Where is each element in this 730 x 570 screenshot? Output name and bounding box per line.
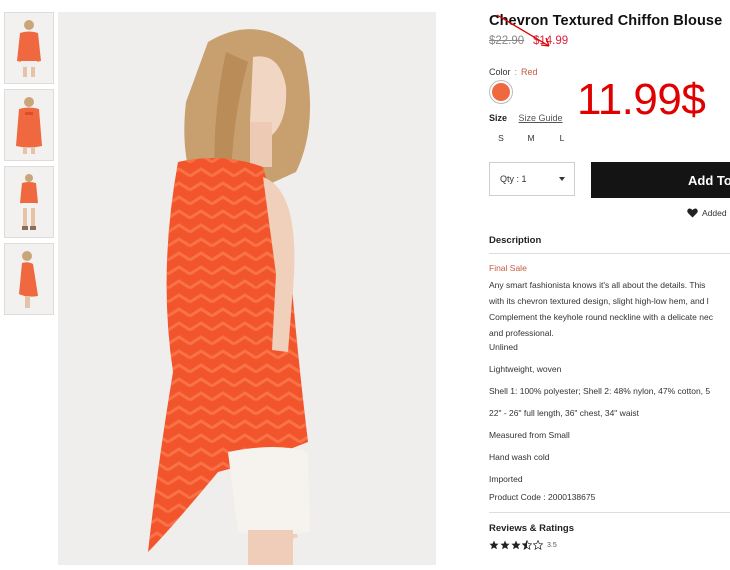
color-swatch-red[interactable] <box>489 80 513 104</box>
added-label: Added <box>702 208 727 218</box>
fact-measured-from: Measured from Small <box>489 430 570 440</box>
chevron-down-icon <box>559 177 565 181</box>
thumbnail-back-image <box>16 97 42 154</box>
fact-lining: Unlined <box>489 342 518 352</box>
swatch-fill <box>492 83 510 101</box>
star-full-icon <box>500 540 510 550</box>
thumbnail-full-body[interactable] <box>4 166 54 238</box>
sale-price: $14.99 <box>533 35 569 47</box>
size-option-m[interactable]: M <box>524 133 538 143</box>
product-title: Chevron Textured Chiffon Blouse <box>489 13 723 29</box>
star-full-icon <box>511 540 521 550</box>
thumbnail-back[interactable] <box>4 89 54 161</box>
main-product-image <box>58 12 436 565</box>
original-price: $22.90 <box>489 35 525 47</box>
heart-icon <box>687 208 698 218</box>
reviews-heading: Reviews & Ratings <box>489 523 574 534</box>
description-line: Complement the keyhole round neckline wi… <box>489 312 713 322</box>
thumbnail-front-image <box>17 20 41 77</box>
fact-origin: Imported <box>489 474 523 484</box>
star-half-icon <box>522 540 532 550</box>
description-text: Any smart fashionista knows it's all abo… <box>489 277 730 341</box>
color-label: Color: Red <box>489 67 538 77</box>
thumbnail-front[interactable] <box>4 12 54 84</box>
final-sale-label: Final Sale <box>489 263 527 273</box>
rating-value: 3.5 <box>547 541 557 549</box>
wishlist-added[interactable]: Added <box>687 208 727 218</box>
overlay-new-price: 11.99$ <box>577 75 706 124</box>
star-full-icon <box>489 540 499 550</box>
color-separator: : <box>514 67 518 77</box>
strike-arrow-annotation <box>496 14 550 47</box>
description-line: with its chevron textured design, slight… <box>489 296 709 306</box>
description-line: Any smart fashionista knows it's all abo… <box>489 280 706 290</box>
size-option-s[interactable]: S <box>494 133 508 143</box>
model-illustration <box>148 29 311 565</box>
fact-care: Hand wash cold <box>489 452 550 462</box>
thumbnail-side[interactable] <box>4 243 54 315</box>
divider <box>489 253 730 254</box>
size-row: Size Size Guide <box>489 113 563 123</box>
thumbnail-list <box>4 12 54 320</box>
size-label: Size <box>489 113 508 123</box>
thumbnail-side-image <box>19 251 38 308</box>
star-empty-icon <box>533 540 543 550</box>
description-heading: Description <box>489 235 542 246</box>
star-rating[interactable]: 3.5 <box>489 540 557 550</box>
size-option-l[interactable]: L <box>555 133 569 143</box>
fact-weight: Lightweight, woven <box>489 364 562 374</box>
quantity-select[interactable]: Qty : 1 <box>489 162 575 196</box>
divider <box>489 512 730 513</box>
fact-content: Shell 1: 100% polyester; Shell 2: 48% ny… <box>489 386 711 396</box>
color-label-text: Color <box>489 67 511 77</box>
thumbnail-full-body-image <box>20 174 38 230</box>
product-code: Product Code : 2000138675 <box>489 492 596 502</box>
size-guide-link[interactable]: Size Guide <box>519 113 563 123</box>
description-line: and professional. <box>489 328 554 338</box>
quantity-text: Qty : 1 <box>500 174 527 184</box>
product-info: Chevron Textured Chiffon Blouse $22.90 $… <box>489 0 730 570</box>
add-to-bag-button[interactable]: Add To Bag <box>591 162 730 198</box>
color-value: Red <box>521 67 538 77</box>
fact-measurements: 22" - 26" full length, 36" chest, 34" wa… <box>489 408 640 418</box>
